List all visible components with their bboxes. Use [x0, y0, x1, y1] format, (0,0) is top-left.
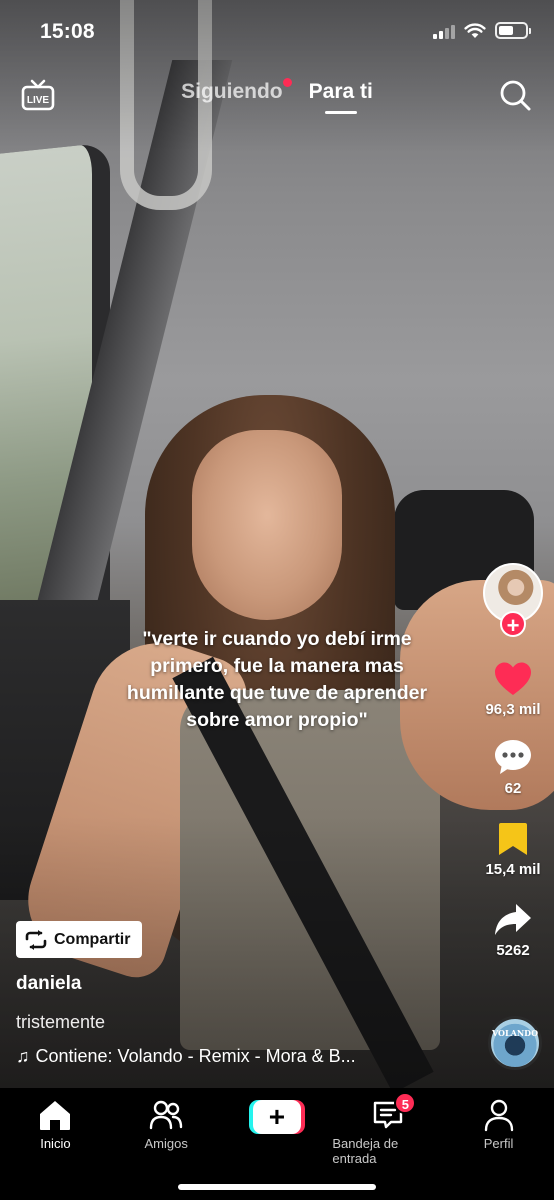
disc-label: VOLANDO	[491, 1028, 539, 1038]
save-count: 15,4 mil	[485, 861, 541, 878]
status-bar: 15:08	[0, 0, 554, 62]
music-info[interactable]: ♫ Contiene: Volando - Remix - Mora & B..…	[16, 1046, 416, 1067]
feed-tabs: Siguiendo Para ti	[0, 78, 554, 114]
music-disc[interactable]: VOLANDO	[488, 1016, 542, 1070]
like-count: 96,3 mil	[485, 701, 541, 718]
home-indicator	[178, 1184, 376, 1190]
nav-inbox[interactable]: 5 Bandeja de entrada	[332, 1092, 443, 1166]
status-time: 15:08	[40, 20, 95, 43]
nav-create[interactable]: +	[222, 1098, 333, 1134]
video-caption: "verte ir cuando yo debí irme primero, f…	[126, 628, 428, 731]
active-tab-indicator	[324, 111, 357, 114]
nav-profile-label: Perfil	[483, 1136, 514, 1151]
friends-icon	[149, 1100, 183, 1130]
tab-for-you[interactable]: Para ti	[308, 80, 373, 114]
comment-count: 62	[504, 780, 522, 797]
top-nav: LIVE Siguiendo Para ti	[0, 72, 554, 122]
nav-profile[interactable]: Perfil	[443, 1098, 554, 1151]
search-icon[interactable]	[498, 78, 532, 112]
like-button[interactable]: 96,3 mil	[485, 661, 541, 718]
creator-username[interactable]: daniela	[16, 973, 81, 995]
create-icon: +	[248, 1100, 305, 1134]
nav-home[interactable]: Inicio	[0, 1098, 111, 1151]
signal-icon	[433, 23, 455, 39]
bottom-nav: Inicio Amigos + 5 Bandeja de entrada Per…	[0, 1088, 554, 1200]
video-description[interactable]: tristemente	[16, 1012, 105, 1033]
action-rail: + 96,3 mil 62 15,4 mil 5262	[481, 563, 545, 959]
home-icon	[40, 1101, 71, 1130]
share-count: 5262	[496, 942, 530, 959]
profile-icon	[484, 1099, 513, 1132]
inbox-badge: 5	[394, 1092, 417, 1114]
new-content-dot	[282, 78, 292, 87]
music-title: Contiene: Volando - Remix - Mora & B...	[35, 1046, 356, 1066]
follow-button[interactable]: +	[500, 611, 526, 638]
bookmark-icon	[498, 823, 527, 855]
share-repost-button[interactable]: Compartir	[16, 921, 143, 958]
share-button[interactable]: 5262	[493, 902, 533, 959]
comment-icon	[495, 740, 531, 774]
share-arrow-icon	[495, 904, 531, 935]
share-label: Compartir	[54, 930, 131, 948]
music-note-icon: ♫	[16, 1046, 30, 1066]
status-icons	[433, 22, 531, 39]
tab-for-you-label: Para ti	[308, 80, 373, 103]
wifi-icon	[464, 22, 486, 38]
save-button[interactable]: 15,4 mil	[485, 821, 541, 878]
comment-button[interactable]: 62	[493, 738, 533, 797]
repost-icon	[25, 929, 47, 950]
heart-icon	[494, 662, 531, 695]
battery-icon	[495, 22, 531, 39]
tab-following[interactable]: Siguiendo	[181, 78, 292, 104]
nav-home-label: Inicio	[40, 1136, 71, 1151]
creator-avatar-group[interactable]: +	[483, 563, 543, 638]
tab-following-label: Siguiendo	[181, 80, 283, 103]
nav-inbox-label: Bandeja de entrada	[332, 1136, 399, 1166]
nav-friends[interactable]: Amigos	[111, 1098, 222, 1151]
nav-friends-label: Amigos	[144, 1136, 188, 1151]
